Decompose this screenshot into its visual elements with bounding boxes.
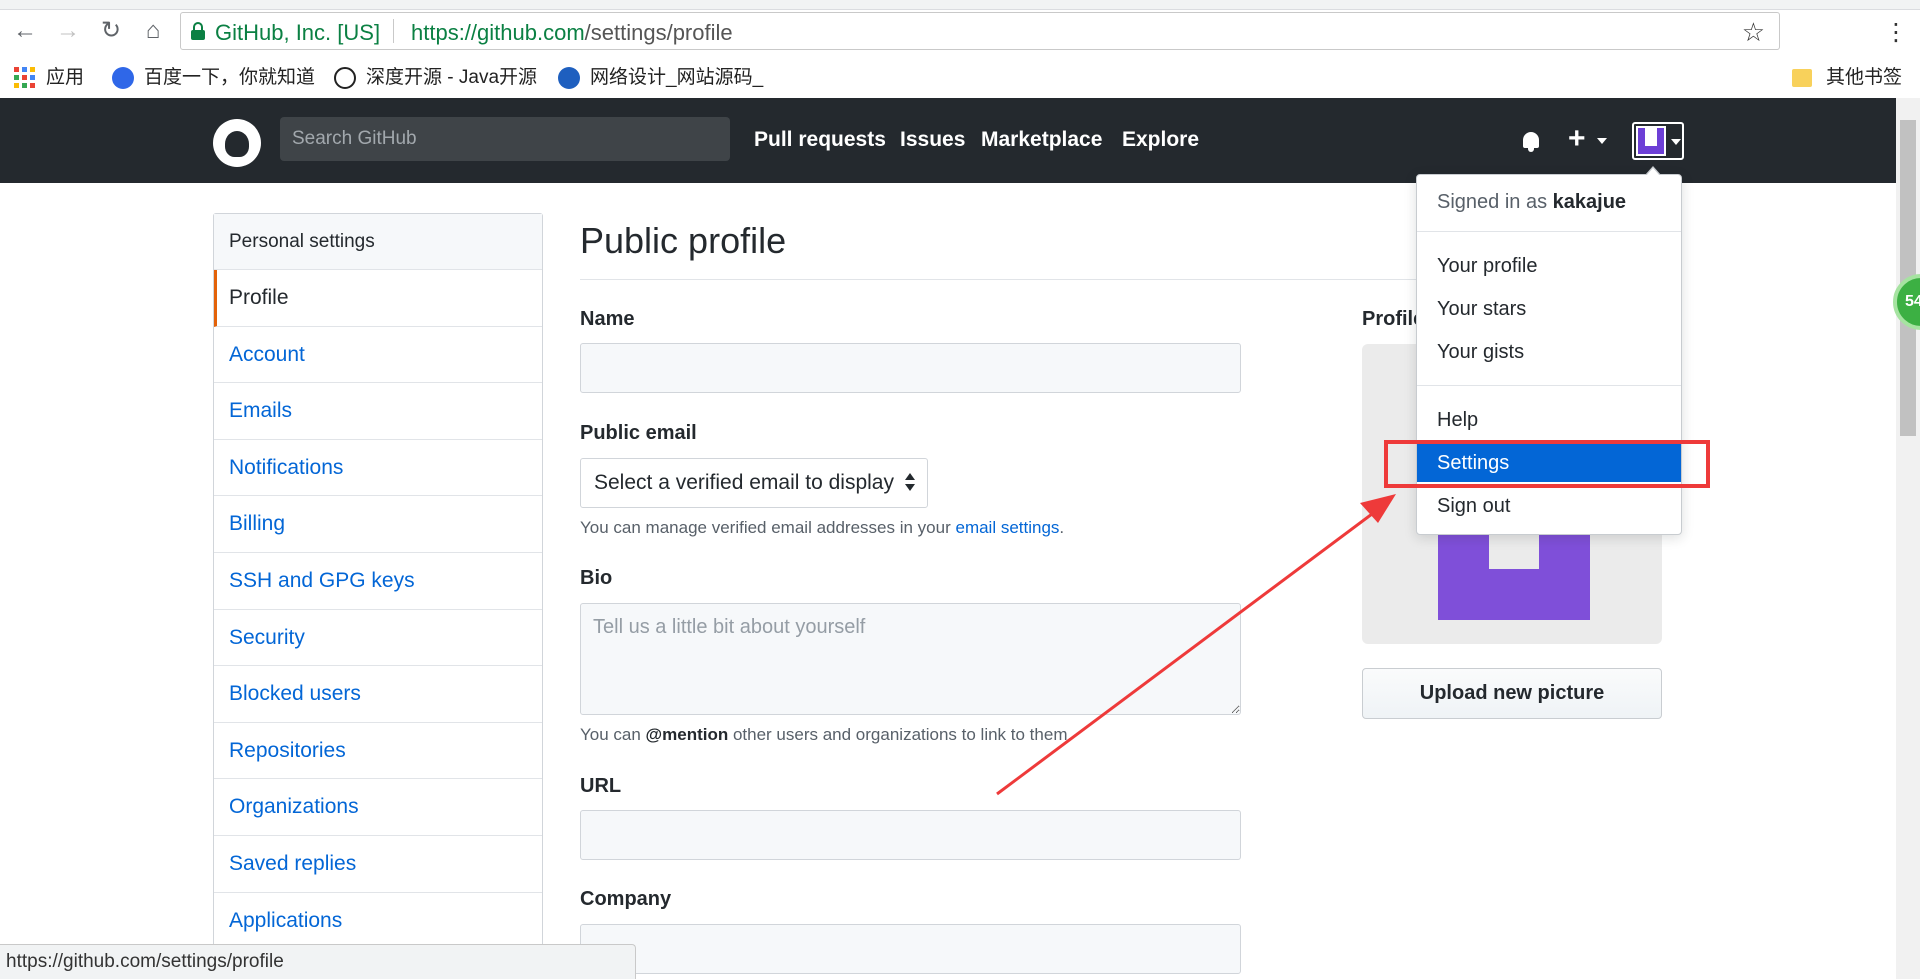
sidebar-item-applications[interactable]: Applications bbox=[214, 893, 542, 950]
avatar bbox=[1636, 126, 1666, 156]
bookmarks-bar: 应用 百度一下，你就知道 深度开源 - Java开源 网络设计_网站源码_ 其他… bbox=[0, 60, 1920, 96]
sidebar-item-repositories[interactable]: Repositories bbox=[214, 723, 542, 780]
name-input[interactable] bbox=[580, 343, 1241, 393]
tab-strip bbox=[0, 0, 1920, 10]
bio-textarea[interactable] bbox=[580, 603, 1241, 715]
url-host: https://github.com bbox=[411, 20, 585, 45]
browser-menu-icon[interactable]: ⋮ bbox=[1884, 18, 1908, 47]
sidebar-item-security[interactable]: Security bbox=[214, 610, 542, 667]
screen: ← → ↻ ⌂ GitHub, Inc. [US] https://github… bbox=[0, 0, 1920, 979]
upload-picture-button[interactable]: Upload new picture bbox=[1362, 668, 1662, 719]
note-text: You can bbox=[580, 725, 646, 744]
bio-note: You can @mention other users and organiz… bbox=[580, 725, 1072, 745]
menu-item-sign-out[interactable]: Sign out bbox=[1417, 487, 1681, 525]
forward-icon[interactable]: → bbox=[55, 18, 81, 44]
nav-marketplace[interactable]: Marketplace bbox=[981, 128, 1102, 152]
bookmark-label: 百度一下，你就知道 bbox=[144, 67, 316, 88]
select-arrows-icon bbox=[905, 473, 915, 493]
status-bar: https://github.com/settings/profile bbox=[0, 944, 636, 979]
menu-item-help[interactable]: Help bbox=[1417, 401, 1681, 439]
bookmark-apps[interactable]: 应用 bbox=[14, 65, 84, 91]
bookmark-deepsource[interactable]: 深度开源 - Java开源 bbox=[334, 65, 537, 91]
dropdown-divider bbox=[1417, 231, 1681, 232]
mention-text: @mention bbox=[645, 725, 729, 744]
url-separator bbox=[393, 19, 394, 43]
bio-label: Bio bbox=[580, 567, 613, 589]
note-text: . bbox=[1059, 518, 1065, 537]
bookmark-label: 网络设计_网站源码_ bbox=[590, 67, 764, 88]
sidebar-item-emails[interactable]: Emails bbox=[214, 383, 542, 440]
email-settings-link[interactable]: email settings bbox=[955, 518, 1059, 537]
sidebar-item-organizations[interactable]: Organizations bbox=[214, 779, 542, 836]
sidebar-item-saved-replies[interactable]: Saved replies bbox=[214, 836, 542, 893]
sidebar-item-blocked-users[interactable]: Blocked users bbox=[214, 666, 542, 723]
nav-pull-requests[interactable]: Pull requests bbox=[754, 128, 886, 152]
page-title: Public profile bbox=[580, 220, 787, 261]
sidebar-item-ssh-gpg-keys[interactable]: SSH and GPG keys bbox=[214, 553, 542, 610]
browser-toolbar: ← → ↻ ⌂ GitHub, Inc. [US] https://github… bbox=[0, 10, 1920, 50]
notifications-bell-icon[interactable] bbox=[1520, 130, 1542, 152]
bookmark-star-icon[interactable]: ☆ bbox=[1742, 17, 1765, 48]
public-email-label: Public email bbox=[580, 422, 697, 444]
apps-grid-icon bbox=[14, 66, 36, 89]
annotation-highlight-box bbox=[1384, 440, 1710, 488]
email-note: You can manage verified email addresses … bbox=[580, 518, 1064, 538]
url-text: https://github.com/settings/profile bbox=[411, 20, 733, 46]
bookmark-other[interactable]: 其他书签 bbox=[1792, 65, 1902, 91]
url-input[interactable] bbox=[580, 810, 1241, 860]
sidebar-item-profile[interactable]: Profile bbox=[214, 270, 542, 327]
bookmark-label: 深度开源 - Java开源 bbox=[366, 67, 538, 88]
url-label: URL bbox=[580, 775, 622, 797]
address-bar[interactable]: GitHub, Inc. [US] https://github.com/set… bbox=[180, 12, 1780, 50]
signed-in-username: kakajue bbox=[1552, 191, 1627, 213]
github-logo-icon[interactable] bbox=[213, 119, 261, 167]
company-label: Company bbox=[580, 888, 672, 910]
signed-in-as: Signed in as kakajue bbox=[1437, 191, 1626, 214]
dropdown-divider bbox=[1417, 385, 1681, 386]
settings-sidebar: Personal settings Profile Account Emails… bbox=[213, 213, 543, 951]
lock-icon bbox=[191, 22, 205, 40]
menu-item-your-profile[interactable]: Your profile bbox=[1417, 247, 1681, 285]
folder-icon bbox=[1792, 68, 1812, 87]
signed-in-prefix: Signed in as bbox=[1437, 191, 1553, 213]
menu-item-your-stars[interactable]: Your stars bbox=[1417, 290, 1681, 328]
sidebar-item-notifications[interactable]: Notifications bbox=[214, 440, 542, 497]
baidu-paw-icon bbox=[112, 66, 134, 89]
reload-icon[interactable]: ↻ bbox=[98, 18, 124, 44]
deepsource-icon bbox=[334, 66, 356, 89]
bookmark-label: 其他书签 bbox=[1826, 67, 1903, 88]
home-icon[interactable]: ⌂ bbox=[140, 18, 166, 44]
search-input[interactable] bbox=[280, 117, 730, 161]
bookmark-label: 应用 bbox=[46, 67, 85, 88]
chevron-down-icon bbox=[1671, 139, 1681, 145]
github-header: Pull requests Issues Marketplace Explore… bbox=[0, 98, 1920, 183]
sidebar-item-billing[interactable]: Billing bbox=[214, 496, 542, 553]
note-text: You can manage verified email addresses … bbox=[580, 518, 956, 537]
name-label: Name bbox=[580, 308, 635, 330]
sidebar-item-account[interactable]: Account bbox=[214, 327, 542, 384]
dropdown-notch-inner bbox=[1646, 168, 1660, 176]
sidebar-heading: Personal settings bbox=[214, 214, 542, 270]
menu-item-your-gists[interactable]: Your gists bbox=[1417, 333, 1681, 371]
select-value: Select a verified email to display bbox=[594, 471, 894, 494]
public-email-select[interactable]: Select a verified email to display bbox=[580, 458, 928, 508]
create-new-plus-icon[interactable]: + bbox=[1568, 122, 1586, 156]
bookmark-webdesign[interactable]: 网络设计_网站源码_ bbox=[558, 65, 763, 91]
nav-explore[interactable]: Explore bbox=[1122, 128, 1199, 152]
nav-issues[interactable]: Issues bbox=[900, 128, 965, 152]
user-menu-button[interactable] bbox=[1632, 122, 1684, 160]
js-icon bbox=[558, 66, 580, 89]
chevron-down-icon bbox=[1597, 138, 1607, 144]
back-icon[interactable]: ← bbox=[12, 18, 38, 44]
site-identity: GitHub, Inc. [US] bbox=[215, 20, 381, 45]
company-input[interactable] bbox=[580, 924, 1241, 974]
bookmark-baidu[interactable]: 百度一下，你就知道 bbox=[112, 65, 315, 91]
url-path: /settings/profile bbox=[584, 20, 733, 45]
note-text: other users and organizations to link to… bbox=[728, 725, 1073, 744]
